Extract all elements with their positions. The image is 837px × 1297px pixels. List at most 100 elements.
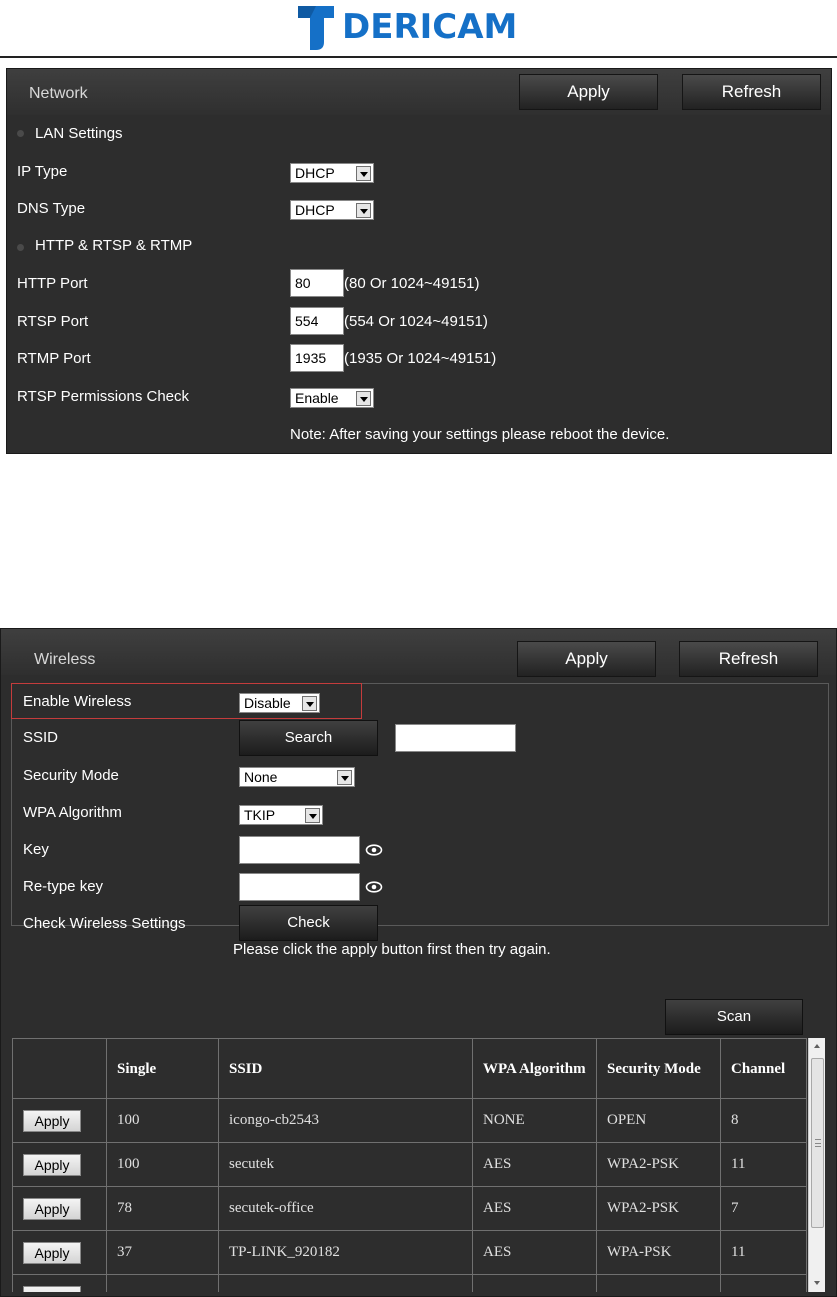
cell-single: 100	[106, 1142, 219, 1187]
cell-single: 37	[106, 1230, 219, 1275]
ssid-search-button[interactable]: Search	[239, 720, 378, 756]
column-header-security-mode: Security Mode	[596, 1038, 721, 1099]
wireless-refresh-button[interactable]: Refresh	[679, 641, 818, 677]
cell-ssid: secutek-office	[218, 1186, 473, 1231]
scrollbar-grip-icon	[815, 1139, 821, 1147]
ip-type-select[interactable]: DHCP	[290, 163, 374, 183]
rtmp-port-hint: (1935 Or 1024~49151)	[344, 350, 497, 367]
retype-key-input[interactable]	[239, 873, 360, 901]
cell-channel: 7	[720, 1186, 807, 1231]
cell-wpa: AES	[472, 1230, 597, 1275]
row-apply-button[interactable]: Apply	[23, 1285, 81, 1292]
check-wireless-button[interactable]: Check	[239, 905, 378, 941]
row-apply-button[interactable]: Apply	[23, 1109, 81, 1132]
table-header-row: Single SSID WPA Algorithm Security Mode …	[12, 1038, 807, 1099]
network-reboot-note: Note: After saving your settings please …	[290, 426, 670, 443]
chevron-down-icon[interactable]	[356, 166, 371, 181]
network-refresh-button[interactable]: Refresh	[682, 74, 821, 110]
column-header-channel: Channel	[720, 1038, 807, 1099]
chevron-down-icon[interactable]	[302, 696, 317, 711]
dericam-logo-icon	[298, 6, 334, 50]
table-row: Apply 37 TP-LINK_920182 AES WPA-PSK 11	[12, 1230, 807, 1275]
wireless-apply-first-note: Please click the apply button first then…	[233, 941, 551, 958]
security-mode-select[interactable]: None	[239, 767, 355, 787]
http-rtsp-rtmp-heading: HTTP & RTSP & RTMP	[35, 237, 193, 254]
retype-key-label: Re-type key	[23, 878, 104, 895]
scroll-up-arrow-icon[interactable]	[809, 1038, 826, 1055]
http-port-hint: (80 Or 1024~49151)	[344, 275, 480, 292]
cell-channel: 11	[720, 1142, 807, 1187]
cell-wpa: AES	[472, 1142, 597, 1187]
cell-channel: 8	[720, 1098, 807, 1143]
network-apply-button[interactable]: Apply	[519, 74, 658, 110]
rtsp-port-label: RTSP Port	[17, 313, 89, 330]
wireless-settings-box	[11, 683, 829, 926]
table-row: Apply 100 secutek AES WPA2-PSK 11	[12, 1142, 807, 1187]
lan-section-bullet	[17, 130, 24, 137]
rtsp-port-input[interactable]: 554	[290, 307, 344, 335]
cell-wpa: AES	[472, 1186, 597, 1231]
cell-single: 78	[106, 1186, 219, 1231]
cell-ssid: secutek	[218, 1142, 473, 1187]
scan-button[interactable]: Scan	[665, 999, 803, 1035]
column-header-single: Single	[106, 1038, 219, 1099]
chevron-down-icon[interactable]	[337, 770, 352, 785]
show-retype-key-eye-icon[interactable]	[365, 880, 383, 894]
wireless-title: Wireless	[34, 651, 96, 668]
wpa-algorithm-value: TKIP	[244, 807, 276, 823]
lan-settings-heading: LAN Settings	[35, 125, 123, 142]
ssid-input[interactable]	[395, 724, 516, 752]
scroll-down-arrow-icon[interactable]	[809, 1275, 826, 1292]
cell-security: OPEN	[596, 1098, 721, 1143]
ip-type-label: IP Type	[17, 163, 68, 180]
wireless-apply-button[interactable]: Apply	[517, 641, 656, 677]
brand-logo: DERICAM	[296, 2, 517, 52]
column-header-wpa-algorithm: WPA Algorithm	[472, 1038, 597, 1099]
table-row: Apply 100 icongo-cb2543 NONE OPEN 8	[12, 1098, 807, 1143]
page-header: DERICAM	[0, 0, 837, 58]
cell-wpa: NONE	[472, 1098, 597, 1143]
ip-type-value: DHCP	[295, 165, 335, 181]
wpa-algorithm-label: WPA Algorithm	[23, 804, 122, 821]
header-divider	[0, 56, 837, 58]
row-apply-button[interactable]: Apply	[23, 1241, 81, 1264]
key-input[interactable]	[239, 836, 360, 864]
ssid-label: SSID	[23, 729, 59, 746]
check-wireless-settings-label: Check Wireless Settings	[23, 915, 186, 932]
dns-type-value: DHCP	[295, 202, 335, 218]
dns-type-label: DNS Type	[17, 200, 86, 217]
wifi-scan-grid: Single SSID WPA Algorithm Security Mode …	[12, 1038, 807, 1292]
scrollbar-thumb[interactable]	[811, 1058, 824, 1228]
table-scrollbar[interactable]	[808, 1038, 825, 1292]
cell-single: 100	[106, 1098, 219, 1143]
chevron-down-icon[interactable]	[356, 391, 371, 406]
dns-type-select[interactable]: DHCP	[290, 200, 374, 220]
rtsp-port-hint: (554 Or 1024~49151)	[344, 313, 488, 330]
key-label: Key	[23, 841, 49, 858]
rtsp-permissions-check-value: Enable	[295, 390, 339, 406]
rtmp-port-label: RTMP Port	[17, 350, 91, 367]
security-mode-label: Security Mode	[23, 767, 119, 784]
wifi-scan-table: Single SSID WPA Algorithm Security Mode …	[12, 1038, 808, 1292]
row-apply-button[interactable]: Apply	[23, 1153, 81, 1176]
table-row: Apply 78 secutek-office AES WPA2-PSK 7	[12, 1186, 807, 1231]
cell-security: WPA2-PSK	[596, 1186, 721, 1231]
cell-security: WPA2-PSK	[596, 1142, 721, 1187]
rtsp-permissions-check-label: RTSP Permissions Check	[17, 388, 190, 405]
chevron-down-icon[interactable]	[305, 808, 320, 823]
table-row: Apply	[12, 1274, 807, 1292]
enable-wireless-select[interactable]: Disable	[239, 693, 320, 713]
rtsp-permissions-check-select[interactable]: Enable	[290, 388, 374, 408]
rtmp-port-input[interactable]: 1935	[290, 344, 344, 372]
network-panel: Network Apply Refresh LAN Settings IP Ty…	[6, 68, 832, 454]
security-mode-value: None	[244, 769, 278, 785]
row-apply-button[interactable]: Apply	[23, 1197, 81, 1220]
network-panel-header: Network Apply Refresh	[7, 69, 831, 115]
cell-security: WPA-PSK	[596, 1230, 721, 1275]
show-key-eye-icon[interactable]	[365, 843, 383, 857]
column-header-ssid: SSID	[218, 1038, 473, 1099]
http-port-input[interactable]: 80	[290, 269, 344, 297]
wpa-algorithm-select[interactable]: TKIP	[239, 805, 323, 825]
chevron-down-icon[interactable]	[356, 203, 371, 218]
column-header-action	[12, 1038, 107, 1099]
